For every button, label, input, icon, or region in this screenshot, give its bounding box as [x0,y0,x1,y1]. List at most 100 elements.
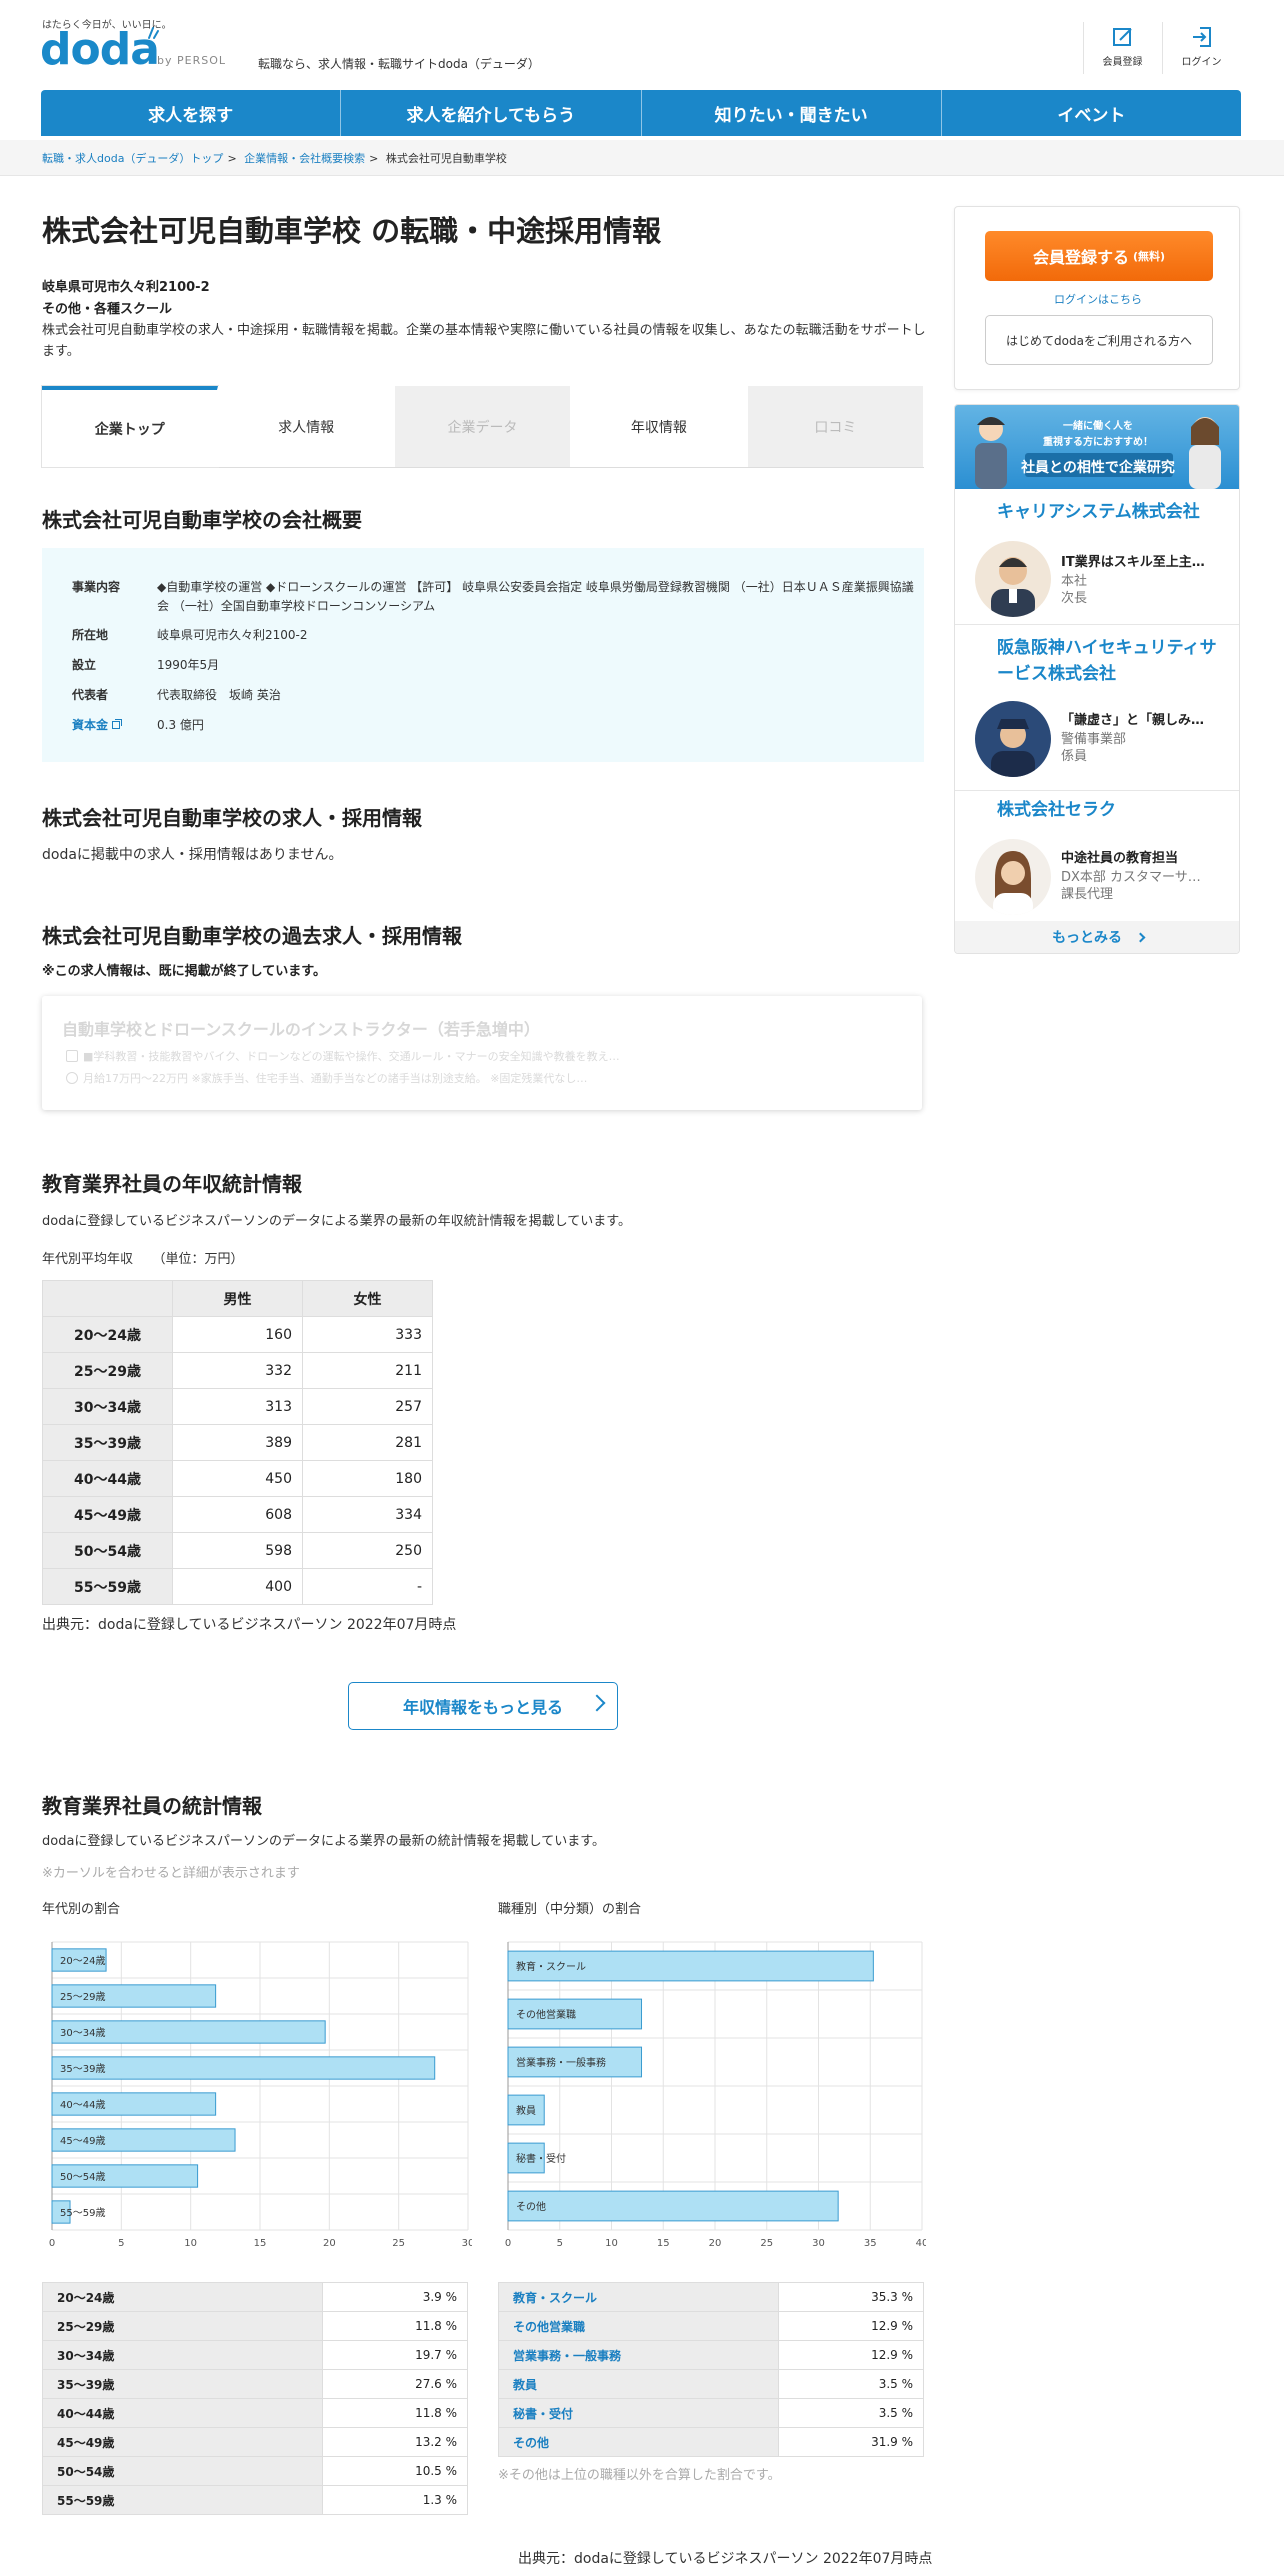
more-employees-label: もっとみる [1052,930,1123,946]
tick-label: 10 [184,2238,197,2249]
ratio-label: 50～54歳 [42,2456,323,2486]
company-link[interactable]: 株式会社セラク [997,797,1116,823]
nav-search-jobs[interactable]: 求人を探す [41,90,342,136]
age-distribution-chart[interactable]: 0 5 10 15 20 25 30 20～24歳 25～29歳 30～34歳 35～39歳 40～4… [42,1934,472,2256]
company-link[interactable]: キャリアシステム株式会社 [997,499,1200,525]
company-link[interactable]: 阪急阪神ハイセキュリティサービス株式会社 [997,635,1217,687]
ratio-label[interactable]: 営業事務・一般事務 [498,2340,779,2370]
nav-agent-service[interactable]: 求人を紹介してもらう [341,90,642,136]
stats-hint: ※カーソルを合わせると詳細が表示されます [42,1866,300,1881]
tick-label: 20 [323,2238,336,2249]
ratio-row: その他営業職 12.9 % [498,2311,924,2341]
salary-age: 35～39歳 [42,1424,173,1461]
breadcrumb-company-search[interactable]: 企業情報・会社概要検索 [244,152,365,165]
past-job-card[interactable]: 自動車学校とドローンスクールのインストラクター（若手急増中） ■学科教習・技能教… [42,996,922,1110]
employee-role: 課長代理 [1061,887,1114,902]
ratio-label[interactable]: その他営業職 [498,2311,779,2341]
tab-salary[interactable]: 年収情報 [571,386,748,467]
past-job-line2: 月給17万円～22万円 ※家族手当、住宅手当、通勤手当などの諸手当は別途支給。 … [83,1072,588,1085]
salary-age: 50～54歳 [42,1532,173,1569]
ratio-row: 50～54歳 10.5 % [42,2456,468,2486]
ratio-label[interactable]: 教育・スクール [498,2282,779,2312]
salary-row: 50～54歳 598 250 [42,1532,433,1569]
global-nav: 求人を探す 求人を紹介してもらう 知りたい・聞きたい イベント [41,90,1241,136]
more-employees-link[interactable]: もっとみる [955,921,1239,953]
breadcrumb-current: 株式会社可児自動車学校 [385,152,507,165]
ratio-value: 13.2 % [322,2427,468,2457]
research-banner[interactable]: 一緒に働く人を 重視する方におすすめ！ 社員との相性で企業研究 [955,405,1239,489]
employee-item[interactable]: 阪急阪神ハイセキュリティサービス株式会社 「謙虚さ」と「親しみ… 警備事業部 係… [955,625,1239,791]
ratio-label[interactable]: 教員 [498,2369,779,2399]
ratio-row: 45～49歳 13.2 % [42,2427,468,2457]
salary-row: 30～34歳 313 257 [42,1388,433,1425]
salary-male: 608 [172,1496,303,1533]
overview-label: 設立 [72,658,97,672]
salary-age: 25～29歳 [42,1352,173,1389]
tab-jobs[interactable]: 求人情報 [218,386,395,467]
overview-value: 代表取締役 坂崎 英治 [157,688,281,702]
past-jobs-note: ※この求人情報は、既に掲載が終了しています。 [42,964,326,979]
tick-label: 40 [916,2238,926,2249]
member-box: 会員登録する (無料) ログインはこちら はじめてdodaをご利用される方へ [954,206,1240,390]
employee-dept: DX本部 カスタマーサ… [1061,870,1201,885]
ratio-value: 3.5 % [778,2398,924,2428]
login-icon [1192,27,1211,47]
tick-label: 0 [505,2238,511,2249]
ratio-value: 31.9 % [778,2427,924,2457]
sparkle-icon [148,27,159,39]
capital-link[interactable]: 資本金 [72,716,152,733]
job-distribution-chart[interactable]: 0 5 10 15 20 25 30 35 40 教育・スクールその他営業職営業事務・一般事務教員… [498,1934,926,2256]
tab-company-top[interactable]: 企業トップ [42,386,219,467]
salary-table-corner [42,1280,173,1317]
ratio-label[interactable]: 秘書・受付 [498,2398,779,2428]
salary-male: 313 [172,1388,303,1425]
ratio-value: 11.8 % [322,2398,468,2428]
tick-label: 30 [462,2238,472,2249]
ratio-label[interactable]: その他 [498,2427,779,2457]
bar-label: 教育・スクール [516,1960,586,1973]
company-intro: 株式会社可児自動車学校の求人・中途採用・転職情報を掲載。企業の基本情報や実際に働… [42,323,926,359]
salary-male: 160 [172,1316,303,1353]
ratio-label: 55～59歳 [42,2485,323,2515]
ratio-row: その他 31.9 % [498,2427,924,2457]
register-header-button[interactable]: 会員登録 [1083,22,1161,74]
register-button[interactable]: 会員登録する (無料) [985,231,1213,281]
breadcrumb-top[interactable]: 転職・求人doda（デューダ）トップ [42,152,223,165]
jobs-heading: 株式会社可児自動車学校の求人・採用情報 [42,806,422,830]
bar-label: 55～59歳 [60,2207,105,2219]
past-job-line1: ■学科教習・技能教習やバイク、ドローンなどの運転や操作、交通ルール・マナーの安全… [83,1050,620,1063]
salary-age: 20～24歳 [42,1316,173,1353]
bar [507,2190,839,2222]
overview-heading: 株式会社可児自動車学校の会社概要 [42,508,362,532]
login-header-button[interactable]: ログイン [1162,22,1240,74]
ratio-value: 10.5 % [322,2456,468,2486]
age-chart-title: 年代別の割合 [42,1902,121,1917]
doda-logo[interactable]: doda [40,28,160,72]
salary-col-male: 男性 [172,1280,303,1317]
salary-female: 211 [302,1352,433,1389]
employee-item[interactable]: 株式会社セラク 中途社員の教育担当 DX本部 カスタマーサ… 課長代理 [955,791,1239,921]
ratio-label: 30～34歳 [42,2340,323,2370]
ratio-value: 12.9 % [778,2340,924,2370]
company-address: 岐阜県可児市久々利2100-2 [42,280,210,295]
first-time-button[interactable]: はじめてdodaをご利用される方へ [985,315,1213,365]
ratio-label: 20～24歳 [42,2282,323,2312]
overview-value: 0.3 億円 [157,718,204,732]
past-job-title: 自動車学校とドローンスクールのインストラクター（若手急増中） [62,1020,540,1039]
salary-female: 334 [302,1496,433,1533]
tick-label: 25 [760,2238,773,2249]
nav-knowledge[interactable]: 知りたい・聞きたい [642,90,942,136]
nav-events[interactable]: イベント [942,90,1241,136]
more-salary-button[interactable]: 年収情報をもっと見る [348,1682,618,1730]
chevron-right-icon [588,1694,606,1712]
ratio-row: 営業事務・一般事務 12.9 % [498,2340,924,2370]
login-header-label: ログイン [1181,57,1222,68]
ratio-row: 30～34歳 19.7 % [42,2340,468,2370]
login-link[interactable]: ログインはこちら [955,291,1241,307]
employee-title: 「謙虚さ」と「親しみ… [1061,713,1205,728]
employee-item[interactable]: キャリアシステム株式会社 IT業界はスキル至上主… 本社 次長 [955,489,1239,625]
employee-title: 中途社員の教育担当 [1061,851,1179,866]
register-button-label: 会員登録する [1032,248,1129,267]
ratio-label: 45～49歳 [42,2427,323,2457]
ratio-row: 20～24歳 3.9 % [42,2282,468,2312]
